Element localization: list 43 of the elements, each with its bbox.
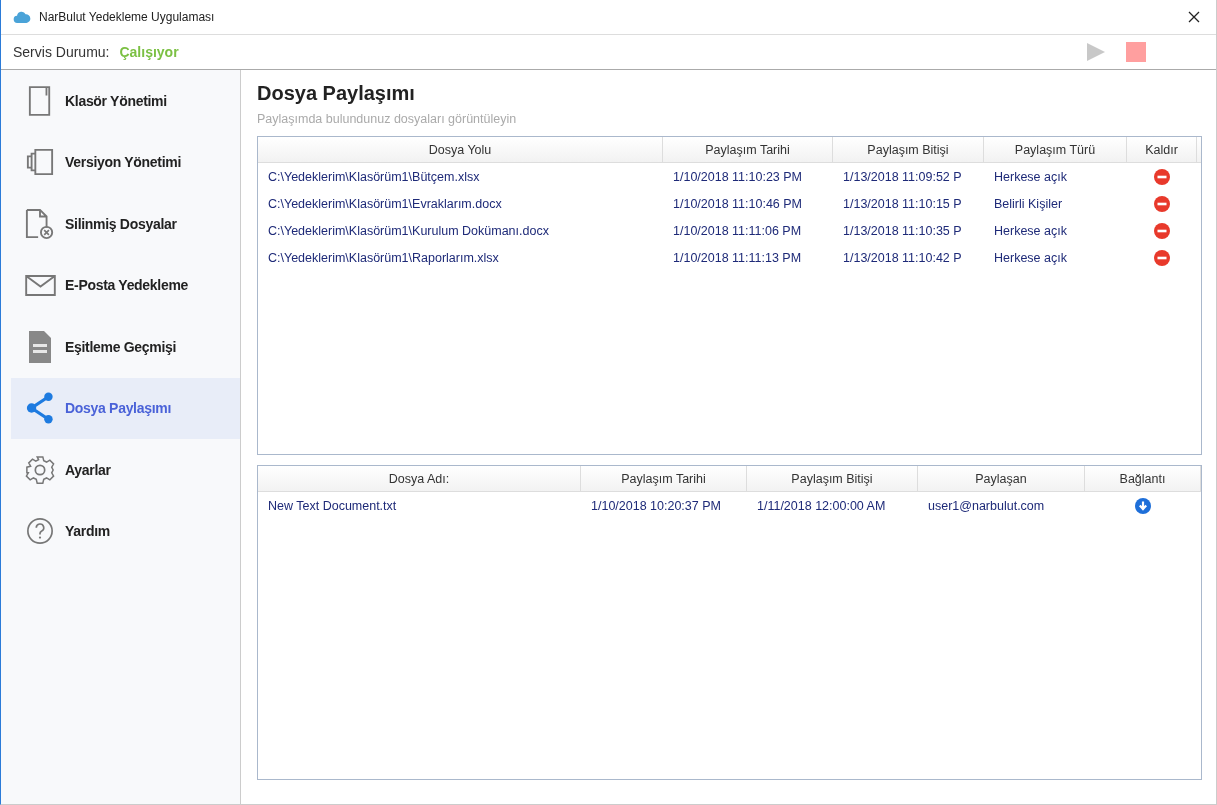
page-title: Dosya Paylaşımı xyxy=(257,82,416,105)
table-cell: 1/10/2018 11:10:23 PM xyxy=(673,169,803,184)
column-header[interactable]: Dosya Adı: xyxy=(258,466,581,491)
table-cell: C:\Yedeklerim\Klasörüm1\Kurulum Dokümanı.docx xyxy=(268,223,549,238)
sidebar-item[interactable]: Yardım xyxy=(11,500,240,562)
table-cell: C:\Yedeklerim\Klasörüm1\Raporlarım.xlsx xyxy=(268,250,499,265)
sidebar-item[interactable]: Ayarlar xyxy=(11,439,240,501)
sidebar-item[interactable]: E-Posta Yedekleme xyxy=(11,254,240,316)
table-cell: New Text Document.txt xyxy=(268,498,397,513)
column-header[interactable]: Paylaşım Tarihi xyxy=(663,137,833,162)
table-cell: user1@narbulut.com xyxy=(928,498,1045,513)
table-cell: 1/10/2018 11:10:46 PM xyxy=(673,196,803,211)
table-cell: C:\Yedeklerim\Klasörüm1\Bütçem.xlsx xyxy=(268,169,480,184)
column-header[interactable]: Paylaşım Türü xyxy=(984,137,1127,162)
sidebar-item[interactable]: Dosya Paylaşımı xyxy=(11,377,240,439)
sidebar-item[interactable]: Silinmiş Dosyalar xyxy=(11,193,240,255)
table-cell: 1/13/2018 11:10:15 P xyxy=(843,196,962,211)
table-cell: C:\Yedeklerim\Klasörüm1\Evraklarım.docx xyxy=(268,196,502,211)
service-status: Çalışıyor xyxy=(119,44,180,60)
column-header[interactable]: Paylaşan xyxy=(918,466,1085,491)
table-cell: Herkese açık xyxy=(994,250,1067,265)
page-subtitle: Paylaşımda bulundunuz dosyaları görüntüleyin xyxy=(257,112,518,126)
table-cell: 1/13/2018 11:09:52 P xyxy=(843,169,962,184)
column-header[interactable]: Paylaşım Bitişi xyxy=(833,137,984,162)
column-header[interactable]: Bağlantı xyxy=(1085,466,1201,491)
sidebar-item[interactable]: Klasör Yönetimi xyxy=(11,70,240,132)
table-cell: 1/10/2018 10:20:37 PM xyxy=(591,498,721,513)
status-label: Servis Durumu: xyxy=(13,44,110,60)
window-title: NarBulut Yedekleme Uygulaması xyxy=(39,10,216,24)
table-cell: 1/10/2018 11:11:06 PM xyxy=(673,223,802,238)
sidebar-item[interactable]: Versiyon Yönetimi xyxy=(11,131,240,193)
table-cell: 1/13/2018 11:10:42 P xyxy=(843,250,962,265)
sidebar-item[interactable]: Eşitleme Geçmişi xyxy=(11,316,240,378)
table-cell: Herkese açık xyxy=(994,169,1067,184)
column-header[interactable]: Paylaşım Bitişi xyxy=(747,466,918,491)
table-cell: 1/10/2018 11:11:13 PM xyxy=(673,250,802,265)
table-cell: 1/11/2018 12:00:00 AM xyxy=(757,498,886,513)
column-header[interactable]: Dosya Yolu xyxy=(258,137,663,162)
column-header[interactable]: Paylaşım Tarihi xyxy=(581,466,747,491)
table-cell: Belirli Kişiler xyxy=(994,196,1063,211)
column-header[interactable]: Kaldır xyxy=(1127,137,1197,162)
table-cell: Herkese açık xyxy=(994,223,1067,238)
table-cell: 1/13/2018 11:10:35 P xyxy=(843,223,962,238)
